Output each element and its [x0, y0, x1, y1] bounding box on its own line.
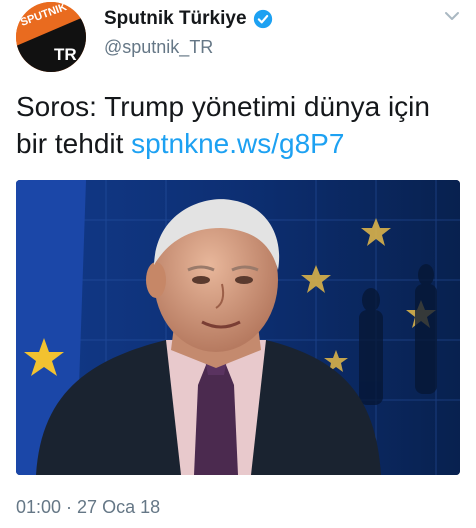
- author-name-row[interactable]: Sputnik Türkiye: [104, 8, 273, 30]
- photo-icon: [16, 180, 460, 475]
- tweet-photo[interactable]: [16, 180, 460, 475]
- user-handle[interactable]: @sputnik_TR: [104, 37, 213, 58]
- tweet-link[interactable]: sptnkne.ws/g8P7: [131, 128, 344, 159]
- display-name[interactable]: Sputnik Türkiye: [104, 8, 247, 30]
- tweet-text: Soros: Trump yönetimi dünya için bir teh…: [16, 88, 466, 162]
- tweet-timestamp[interactable]: 01:00 · 27 Oca 18: [16, 497, 160, 518]
- verified-badge-icon: [253, 9, 272, 29]
- tweet-card[interactable]: SPUTNIK TR Sputnik Türkiye @sputnik_TR S…: [0, 0, 476, 528]
- svg-text:TR: TR: [54, 45, 77, 64]
- chevron-down-icon[interactable]: [442, 6, 462, 26]
- avatar[interactable]: SPUTNIK TR: [16, 2, 86, 72]
- sputnik-logo-icon: SPUTNIK TR: [16, 2, 86, 72]
